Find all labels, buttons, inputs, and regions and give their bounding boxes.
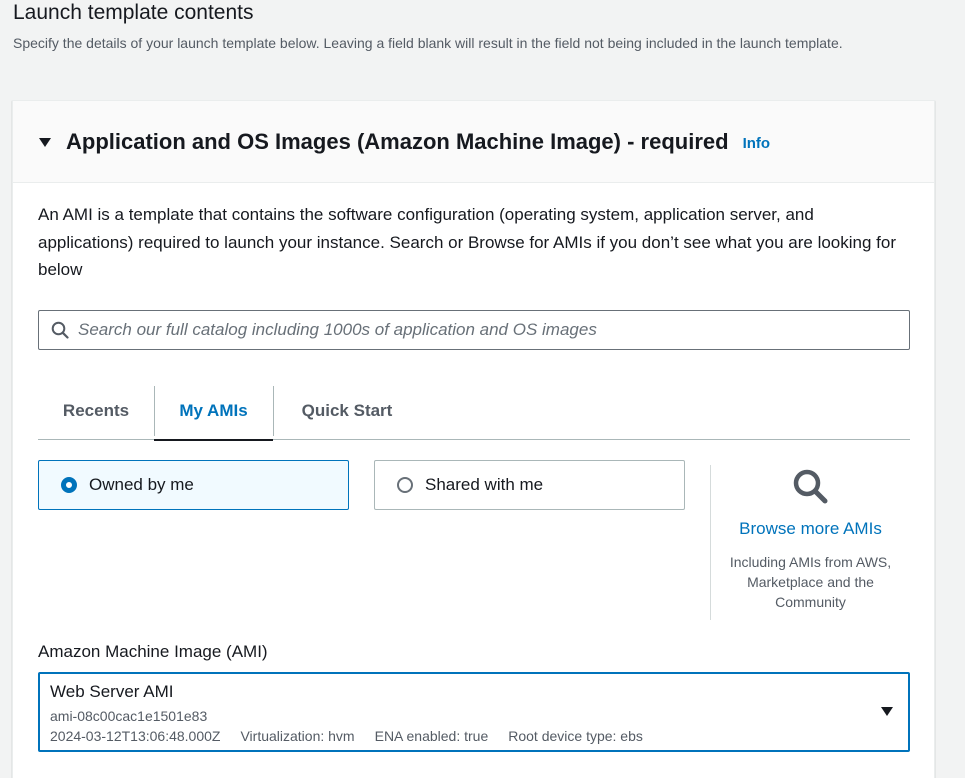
dropdown-arrow-icon[interactable] bbox=[881, 707, 893, 716]
page-header: Launch template contents Specify the det… bbox=[13, 0, 913, 53]
owned-by-me-option[interactable]: Owned by me bbox=[38, 460, 349, 510]
caret-down-icon[interactable] bbox=[39, 138, 51, 147]
ami-name: Web Server AMI bbox=[50, 682, 174, 701]
tab-my-amis[interactable]: My AMIs bbox=[154, 381, 273, 441]
browse-divider bbox=[710, 465, 711, 620]
ami-description: An AMI is a template that contains the s… bbox=[38, 205, 897, 279]
tab-recents[interactable]: Recents bbox=[38, 381, 154, 440]
page-description: Specify the details of your launch templ… bbox=[13, 35, 843, 51]
section-title: Application and OS Images (Amazon Machin… bbox=[66, 128, 729, 154]
browse-more-amis-link[interactable]: Browse more AMIs bbox=[723, 519, 898, 539]
ami-select[interactable]: Web Server AMI ami-08c00cac1e1501e83 202… bbox=[38, 672, 910, 752]
ami-ena: ENA enabled: true bbox=[374, 728, 489, 744]
shared-with-me-option[interactable]: Shared with me bbox=[374, 460, 685, 510]
owned-by-me-label: Owned by me bbox=[89, 475, 194, 494]
ami-created: 2024-03-12T13:06:48.000Z bbox=[50, 728, 221, 744]
panel-header[interactable]: Application and OS Images (Amazon Machin… bbox=[13, 101, 934, 183]
browse-description: Including AMIs from AWS, Marketplace and… bbox=[729, 554, 892, 610]
ami-id: ami-08c00cac1e1501e83 bbox=[50, 708, 208, 724]
ami-root-device: Root device type: ebs bbox=[508, 728, 643, 744]
ami-metadata: 2024-03-12T13:06:48.000Z Virtualization:… bbox=[50, 726, 898, 746]
tab-quick-start[interactable]: Quick Start bbox=[273, 381, 421, 440]
magnifier-icon[interactable] bbox=[791, 467, 831, 507]
ami-search-box[interactable] bbox=[38, 310, 910, 350]
ami-panel: Application and OS Images (Amazon Machin… bbox=[12, 100, 935, 778]
info-link[interactable]: Info bbox=[743, 135, 771, 152]
page-title: Launch template contents bbox=[13, 1, 254, 24]
radio-checked-icon[interactable] bbox=[61, 477, 77, 493]
ami-field-label: Amazon Machine Image (AMI) bbox=[38, 642, 268, 661]
shared-with-me-label: Shared with me bbox=[425, 475, 544, 494]
radio-unchecked-icon[interactable] bbox=[397, 477, 413, 493]
search-input[interactable] bbox=[78, 312, 909, 348]
browse-amis-block: Browse more AMIs Including AMIs from AWS… bbox=[723, 467, 898, 612]
search-icon bbox=[51, 321, 69, 339]
ami-virtualization: Virtualization: hvm bbox=[240, 728, 355, 744]
ami-tabs: Recents My AMIs Quick Start bbox=[38, 381, 910, 441]
